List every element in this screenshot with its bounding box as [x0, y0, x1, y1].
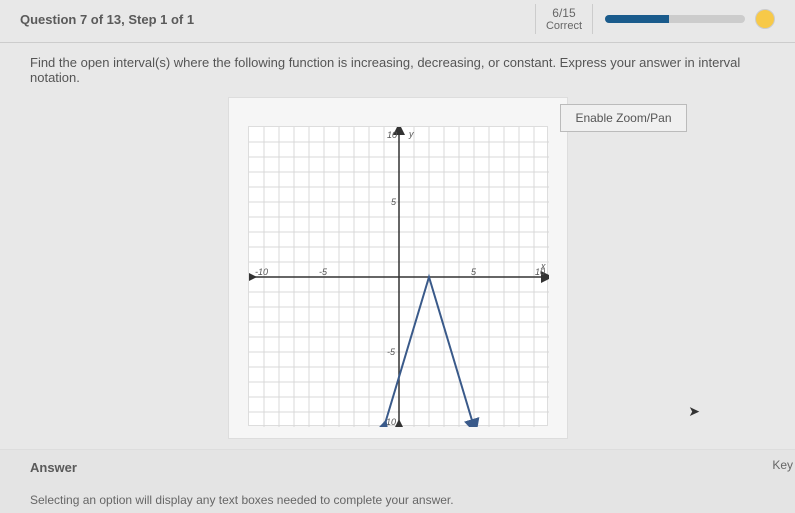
answer-label: Answer	[30, 460, 765, 475]
cursor-icon: ➤	[688, 403, 700, 420]
answer-section: Answer Selecting an option will display …	[0, 449, 795, 513]
tick-xneg5: -5	[319, 267, 328, 277]
question-title: Question 7 of 13, Step 1 of 1	[20, 12, 194, 27]
tick-x5: 5	[471, 267, 477, 277]
question-header: Question 7 of 13, Step 1 of 1 6/15 Corre…	[0, 0, 795, 43]
y-axis-label: y	[408, 129, 414, 139]
key-label[interactable]: Key	[772, 458, 793, 472]
tick-yneg5: -5	[387, 347, 396, 357]
progress-bar	[605, 15, 745, 23]
x-axis-label: x	[540, 261, 546, 271]
score-box: 6/15 Correct	[535, 4, 593, 34]
zoom-pan-button[interactable]: Enable Zoom/Pan	[560, 104, 686, 132]
graph-canvas[interactable]: -10 -5 5 10 10 5 -5 -10 y x	[248, 126, 548, 426]
graph-panel: Enable Zoom/Pan	[228, 97, 568, 439]
tick-y10: 10	[387, 130, 397, 140]
score-fraction: 6/15	[546, 6, 582, 20]
question-prompt: Find the open interval(s) where the foll…	[0, 43, 795, 93]
tick-xneg10: -10	[255, 267, 268, 277]
answer-hint: Selecting an option will display any tex…	[30, 493, 765, 507]
progress-fill	[605, 15, 669, 23]
chart-svg: -10 -5 5 10 10 5 -5 -10 y x	[249, 127, 549, 427]
badge-icon	[755, 9, 775, 29]
score-label: Correct	[546, 20, 582, 32]
graph-area: Enable Zoom/Pan	[0, 93, 795, 449]
